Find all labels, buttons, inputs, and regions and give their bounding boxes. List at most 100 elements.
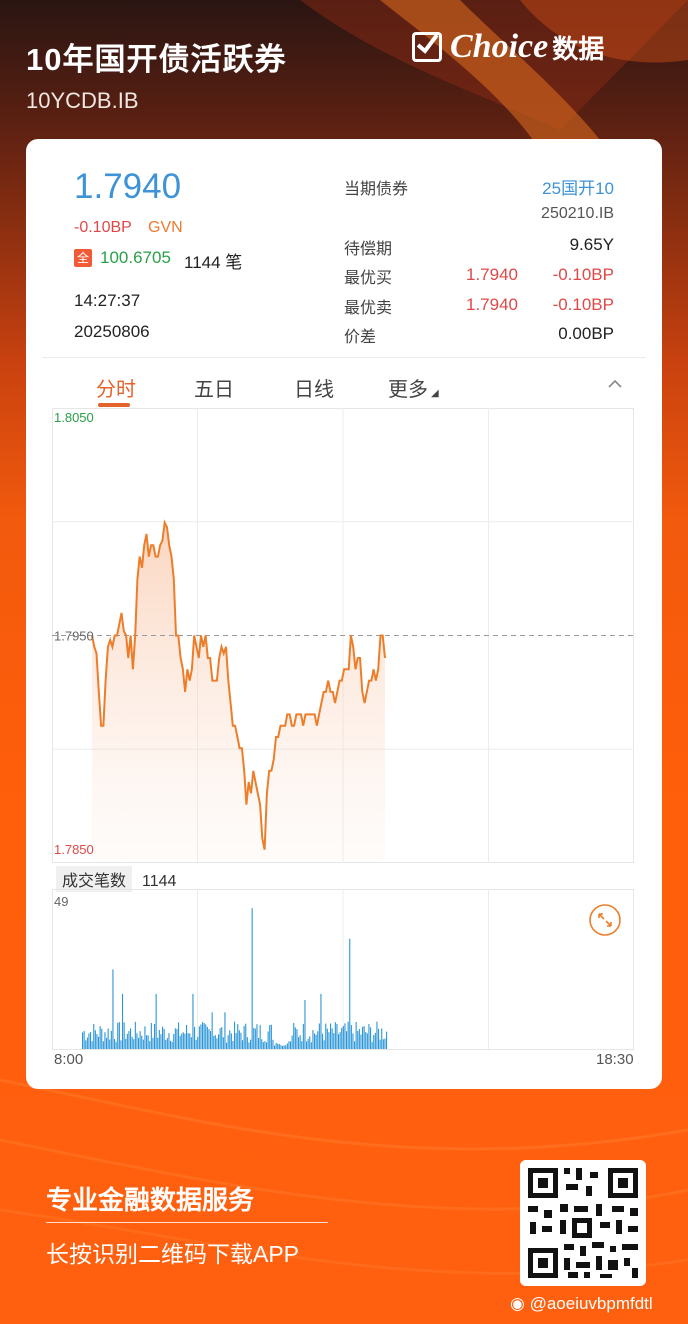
volume-bar xyxy=(386,1031,388,1049)
volume-bar xyxy=(146,1035,148,1049)
volume-bar xyxy=(189,1033,191,1049)
volume-bar xyxy=(333,1033,335,1049)
volume-bar xyxy=(110,1030,112,1049)
promo-subtitle: 长按识别二维码下载APP xyxy=(46,1241,300,1267)
volume-bar xyxy=(283,1045,285,1049)
volume-bar xyxy=(306,1041,308,1049)
volume-bar xyxy=(192,993,194,1049)
yield-change: -0.10BP xyxy=(74,219,132,236)
best-bid-change: -0.10BP xyxy=(552,265,614,284)
volume-bar xyxy=(126,1033,128,1049)
volume-bar xyxy=(238,1030,240,1049)
brand-name: Choice xyxy=(450,28,549,65)
current-bond-name[interactable]: 25国开10 xyxy=(542,174,614,199)
volume-bar xyxy=(120,1040,122,1049)
volume-bar xyxy=(259,1025,261,1049)
volume-bar xyxy=(222,1037,224,1049)
volume-bar xyxy=(147,1035,149,1049)
volume-bar xyxy=(357,1031,359,1049)
quote-card: 1.7940 -0.10BP GVN 全 100.6705 1144 笔 14:… xyxy=(26,139,662,1089)
volume-bar xyxy=(197,1037,199,1049)
volume-bar xyxy=(195,1040,197,1049)
volume-bar xyxy=(221,1027,223,1049)
volume-bar xyxy=(229,1030,231,1049)
chevron-up-icon[interactable] xyxy=(608,377,622,391)
volume-bar xyxy=(170,1040,172,1049)
intraday-price-chart: 1.8050 1.7950 1.7850 xyxy=(52,408,634,863)
volume-bar xyxy=(240,1032,242,1049)
volume-bar xyxy=(368,1024,370,1049)
volume-bar xyxy=(366,1033,368,1049)
volume-bar xyxy=(349,938,351,1049)
spread-value: 0.00BP xyxy=(558,324,614,343)
volume-bar xyxy=(251,908,253,1049)
volume-bar xyxy=(288,1041,290,1049)
volume-bar xyxy=(179,1035,181,1049)
volume-bar xyxy=(157,1037,159,1049)
volume-bar xyxy=(358,1028,360,1049)
volume-bar xyxy=(290,1041,292,1049)
volume-bar xyxy=(370,1027,372,1049)
volume-bar xyxy=(173,1034,175,1049)
best-ask-price: 1.7940 xyxy=(466,295,518,314)
volume-bar xyxy=(266,1042,268,1049)
volume-bar xyxy=(218,1034,220,1049)
price-area xyxy=(92,522,385,861)
tab-intraday[interactable]: 分时 xyxy=(96,373,136,402)
volume-bar xyxy=(125,1038,127,1049)
dropdown-triangle-icon: ◢ xyxy=(431,388,439,399)
volume-bar xyxy=(182,1032,184,1049)
volume-bar xyxy=(186,1024,188,1049)
y-tick-bottom: 1.7850 xyxy=(54,842,94,857)
volume-bar xyxy=(114,1039,116,1049)
watermark: ◉ @aoeiuvbpmfdtl xyxy=(510,1294,653,1314)
volume-bar xyxy=(213,1035,215,1049)
volume-bar xyxy=(264,1041,266,1049)
quote-time: 14:27:37 xyxy=(74,291,141,310)
tab-daily[interactable]: 日线 xyxy=(294,373,334,402)
volume-bar xyxy=(91,1041,93,1049)
volume-max-label: 49 xyxy=(54,894,68,909)
volume-bar xyxy=(328,1032,330,1049)
volume-bar xyxy=(198,1026,200,1049)
y-tick-top: 1.8050 xyxy=(54,410,94,425)
volume-bar xyxy=(384,1038,386,1049)
volume-bar xyxy=(174,1028,176,1049)
volume-bar xyxy=(94,1030,96,1049)
volume-bar xyxy=(338,1034,340,1049)
volume-bar xyxy=(208,1029,210,1049)
volume-bar xyxy=(131,1036,133,1049)
checkmark-icon xyxy=(412,32,442,62)
current-bond-label: 当期债券 xyxy=(344,181,409,198)
tab-five-day[interactable]: 五日 xyxy=(194,373,234,402)
qr-code[interactable] xyxy=(520,1160,646,1286)
volume-bar xyxy=(262,1042,264,1049)
maturity-value: 9.65Y xyxy=(569,235,614,254)
volume-bar xyxy=(296,1029,298,1049)
volume-bar xyxy=(354,1041,356,1049)
x-tick-start: 8:00 xyxy=(54,1051,84,1068)
volume-bar xyxy=(373,1035,375,1049)
volume-bar xyxy=(122,993,124,1049)
volume-bar xyxy=(142,1039,144,1049)
volume-bar xyxy=(272,1039,274,1049)
volume-bar xyxy=(106,1037,108,1049)
y-tick-mid: 1.7950 xyxy=(54,629,94,644)
volume-bar xyxy=(322,1033,324,1049)
volume-bar xyxy=(134,1021,136,1049)
bond-code: 10YCDB.IB xyxy=(26,88,139,113)
expand-icon[interactable] xyxy=(588,903,622,937)
volume-bar xyxy=(184,1033,186,1049)
volume-bar xyxy=(83,1030,85,1049)
volume-bar xyxy=(101,1028,103,1049)
volume-bar xyxy=(160,1034,162,1049)
tab-more[interactable]: 更多 ◢ xyxy=(388,373,439,402)
volume-bar xyxy=(363,1026,365,1049)
volume-bar xyxy=(371,1041,373,1049)
volume-bar xyxy=(341,1027,343,1049)
volume-bar xyxy=(214,1035,216,1049)
volume-bar xyxy=(301,1041,303,1049)
volume-bar xyxy=(93,1024,95,1049)
tab-more-label: 更多 xyxy=(388,379,428,401)
best-bid-label: 最优买 xyxy=(344,270,393,287)
